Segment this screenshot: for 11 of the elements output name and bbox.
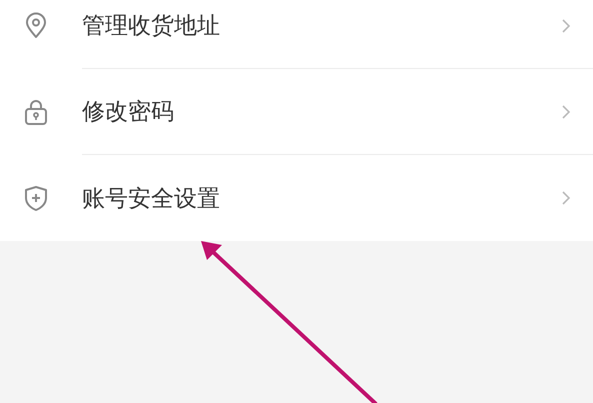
item-label: 管理收货地址 xyxy=(82,12,220,41)
settings-item[interactable]: 管理收货地址 xyxy=(0,0,593,69)
chevron-right-icon xyxy=(561,190,571,206)
item-label: 修改密码 xyxy=(82,98,174,127)
item-label: 账号安全设置 xyxy=(82,184,220,214)
shield-plus-icon xyxy=(22,184,50,212)
chevron-right-icon xyxy=(561,18,571,34)
lock-icon xyxy=(22,98,50,126)
chevron-right-icon xyxy=(561,104,571,120)
settings-item[interactable]: 账号安全设置 xyxy=(0,155,593,241)
settings-item[interactable]: 修改密码 xyxy=(0,69,593,155)
